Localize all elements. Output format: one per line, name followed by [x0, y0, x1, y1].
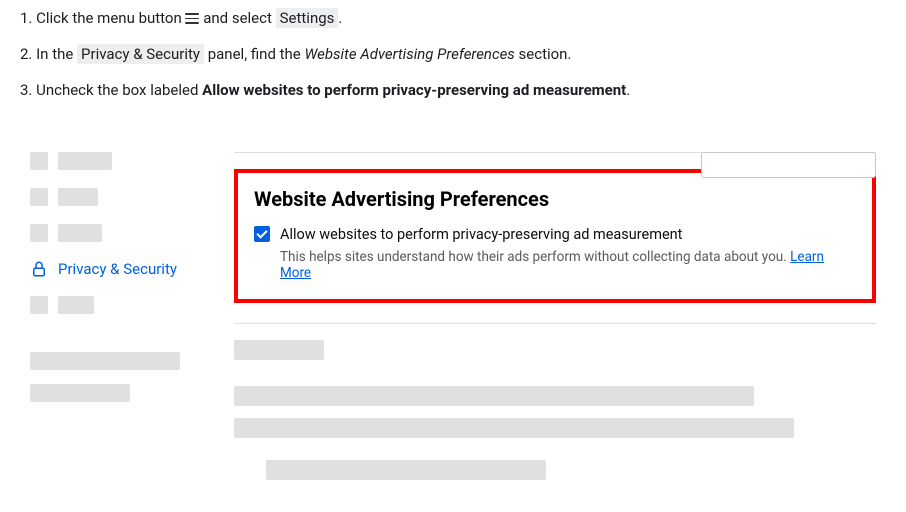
- desc-text: This helps sites understand how their ad…: [280, 249, 790, 265]
- sidebar: Privacy & Security: [30, 152, 210, 492]
- step-1-text-a: 1. Click the menu button: [20, 9, 185, 27]
- content-placeholder: [234, 386, 754, 406]
- sidebar-wide-placeholder: [30, 352, 180, 370]
- step-3-text-b: .: [626, 81, 630, 99]
- checkbox-row: Allow websites to perform privacy-preser…: [254, 225, 856, 281]
- sidebar-label-placeholder: [58, 224, 102, 242]
- privacy-security-code: Privacy & Security: [77, 44, 204, 64]
- sidebar-label-privacy: Privacy & Security: [58, 260, 177, 278]
- sidebar-item-placeholder[interactable]: [30, 224, 210, 242]
- step-3-text-a: 3. Uncheck the box labeled: [20, 81, 202, 99]
- step-3-label: Allow websites to perform privacy-preser…: [202, 81, 626, 99]
- search-input[interactable]: [701, 152, 876, 178]
- step-2-text-a: 2. In the: [20, 45, 77, 63]
- checkbox-description: This helps sites understand how their ad…: [280, 249, 856, 281]
- step-1-text-b: and select: [203, 9, 275, 27]
- sidebar-item-privacy-security[interactable]: Privacy & Security: [30, 260, 210, 278]
- step-1: 1. Click the menu button and select Sett…: [20, 6, 886, 30]
- highlighted-section: Website Advertising Preferences Allow we…: [234, 169, 876, 303]
- step-2: 2. In the Privacy & Security panel, find…: [20, 42, 886, 66]
- hamburger-menu-icon: [185, 13, 199, 25]
- sidebar-item-placeholder[interactable]: [30, 296, 210, 314]
- sidebar-label-placeholder: [58, 188, 98, 206]
- sidebar-label-placeholder: [58, 152, 112, 170]
- sidebar-label-placeholder: [58, 296, 94, 314]
- content-placeholder: [234, 418, 794, 438]
- step-3: 3. Uncheck the box labeled Allow website…: [20, 78, 886, 102]
- content-panel: Website Advertising Preferences Allow we…: [234, 152, 876, 492]
- settings-screenshot: Privacy & Security Website Advertising P…: [20, 152, 886, 492]
- sidebar-item-placeholder[interactable]: [30, 152, 210, 170]
- checkbox-label: Allow websites to perform privacy-preser…: [280, 225, 856, 245]
- section-title: Website Advertising Preferences: [254, 187, 856, 211]
- settings-code: Settings: [276, 8, 339, 28]
- lock-icon: [30, 260, 48, 278]
- step-2-section-name: Website Advertising Preferences: [304, 45, 514, 63]
- sidebar-icon-placeholder: [30, 152, 48, 170]
- step-2-text-c: section.: [515, 45, 572, 63]
- sidebar-item-placeholder[interactable]: [30, 188, 210, 206]
- divider: [234, 323, 876, 324]
- step-1-text-c: .: [338, 9, 342, 27]
- sidebar-wide-placeholder: [30, 384, 130, 402]
- step-2-text-b: panel, find the: [204, 45, 304, 63]
- sidebar-icon-placeholder: [30, 296, 48, 314]
- content-placeholder: [266, 460, 546, 480]
- ad-measurement-checkbox[interactable]: [254, 226, 270, 242]
- content-placeholder: [234, 340, 324, 360]
- sidebar-icon-placeholder: [30, 224, 48, 242]
- sidebar-icon-placeholder: [30, 188, 48, 206]
- instruction-steps: 1. Click the menu button and select Sett…: [20, 6, 886, 102]
